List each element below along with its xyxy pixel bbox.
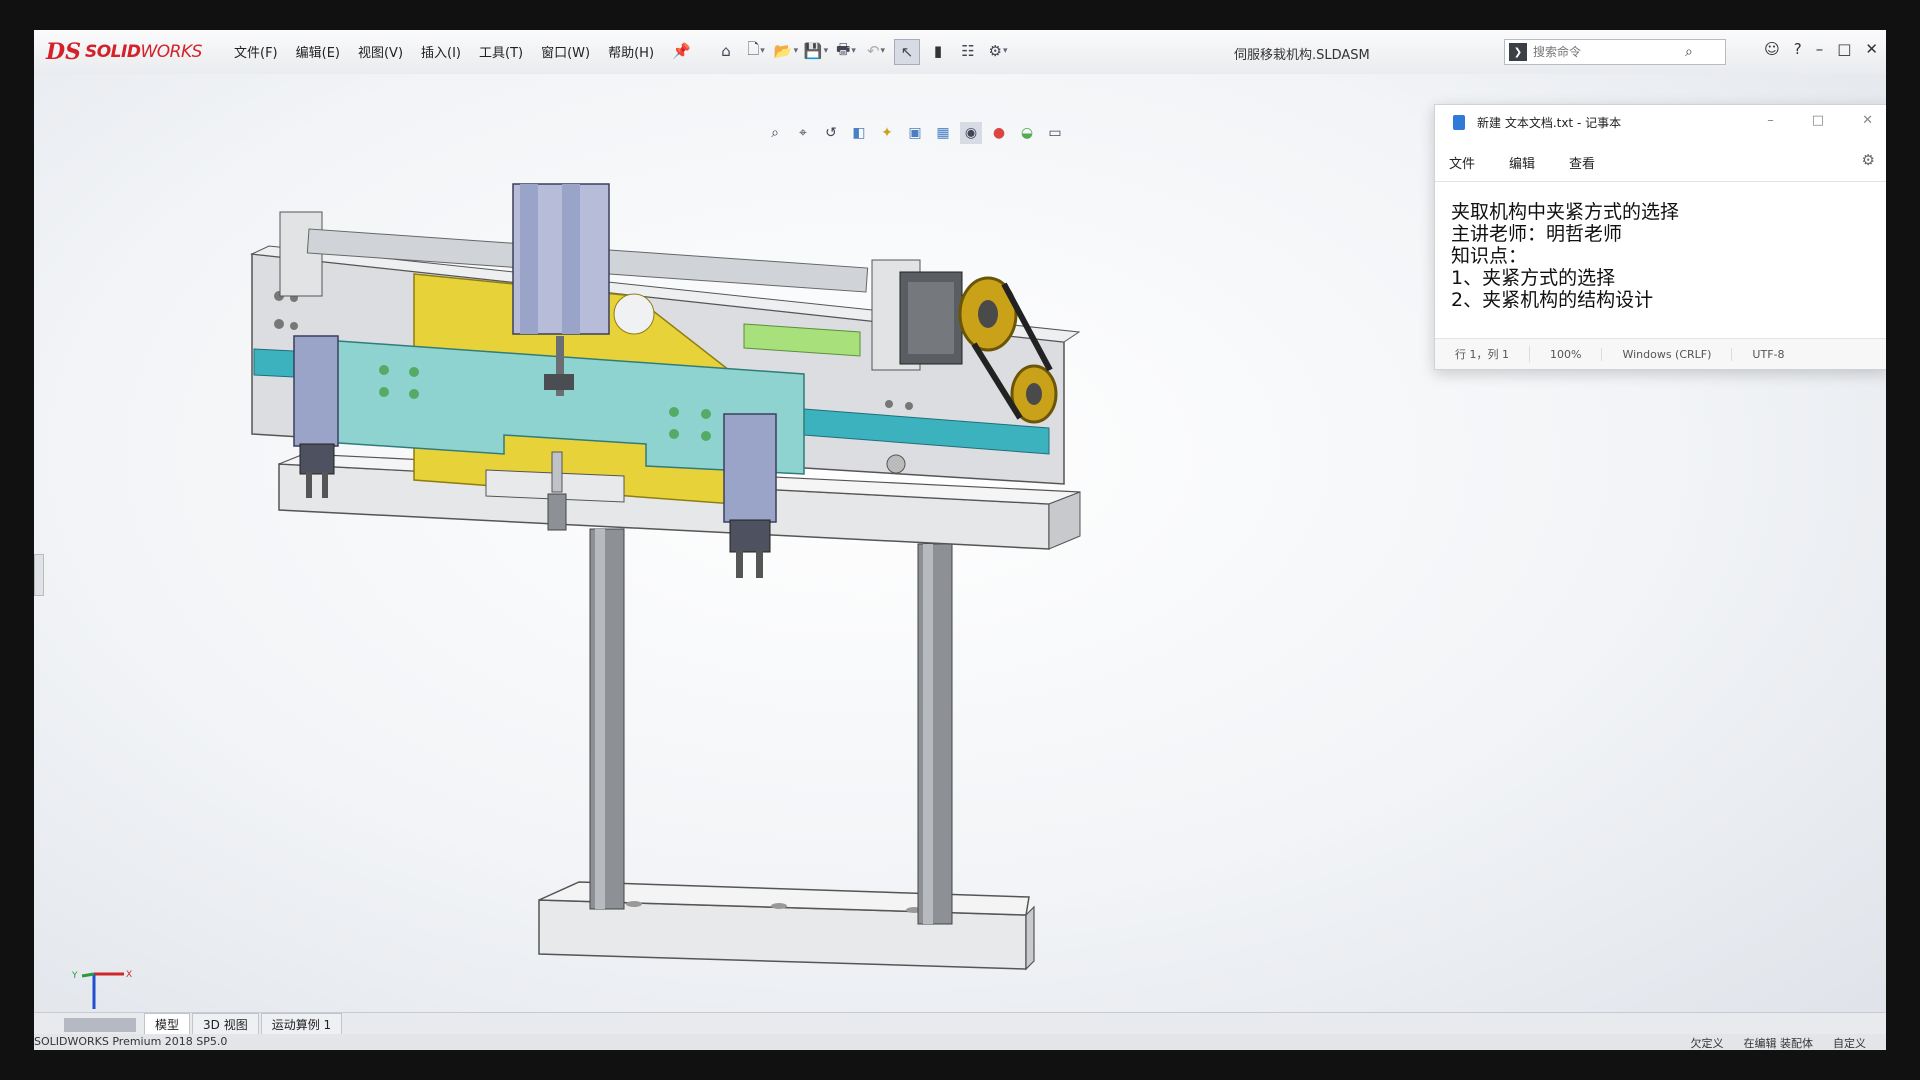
title-bar: DS SOLIDWORKS 文件(F) 编辑(E) 视图(V) 插入(I) 工具… bbox=[34, 30, 1886, 75]
notepad-menu-file[interactable]: 文件 bbox=[1449, 153, 1475, 172]
left-gripper bbox=[293, 335, 339, 498]
search-icon[interactable]: ⌕ bbox=[1685, 44, 1693, 60]
notepad-text-area[interactable]: 夹取机构中夹紧方式的选择 主讲老师：明哲老师 知识点： 1、夹紧方式的选择 2、… bbox=[1451, 201, 1679, 311]
notepad-menu-bar: 文件 编辑 查看 bbox=[1449, 153, 1595, 172]
document-title: 伺服移栽机构.SLDASM bbox=[1234, 48, 1370, 63]
close-icon[interactable]: ✕ bbox=[1865, 40, 1878, 58]
traffic-light-icon[interactable]: ▮ bbox=[926, 39, 950, 63]
units-status[interactable]: 自定义 bbox=[1833, 1035, 1866, 1050]
notepad-status-bar: 行 1，列 1 100% Windows (CRLF) UTF-8 bbox=[1435, 338, 1886, 369]
edit-mode-status: 在编辑 装配体 bbox=[1743, 1037, 1814, 1050]
tab-scroll-controls[interactable] bbox=[64, 1018, 136, 1032]
user-icon[interactable]: ☺ bbox=[1764, 40, 1780, 58]
notepad-window[interactable]: 新建 文本文档.txt - 记事本 – □ ✕ 文件 编辑 查看 ⚙ 夹取机构中… bbox=[1434, 104, 1886, 370]
cursor-position: 行 1，列 1 bbox=[1435, 346, 1530, 362]
search-input[interactable] bbox=[1531, 44, 1685, 60]
menu-view[interactable]: 视图(V) bbox=[358, 42, 403, 61]
definition-status: 欠定义 bbox=[1690, 1037, 1724, 1050]
triad-x-label: X bbox=[126, 970, 132, 980]
notepad-line: 2、夹紧机构的结构设计 bbox=[1451, 289, 1654, 311]
notepad-line: 知识点： bbox=[1451, 245, 1528, 267]
encoding: UTF-8 bbox=[1752, 347, 1785, 361]
maximize-icon[interactable]: □ bbox=[1837, 40, 1851, 58]
notepad-icon bbox=[1453, 114, 1465, 130]
notepad-menu-edit[interactable]: 编辑 bbox=[1509, 153, 1535, 172]
print-icon[interactable]: 🖶 ▾ bbox=[834, 39, 858, 63]
ds-logo-mark: DS bbox=[46, 39, 81, 65]
zoom-level: 100% bbox=[1530, 347, 1603, 361]
solidworks-logo[interactable]: DS SOLIDWORKS bbox=[46, 38, 202, 66]
pin-menu-icon[interactable]: 📌 bbox=[672, 42, 691, 60]
standard-toolbar: ⌂ 🗋 ▾ 📂 ▾ 💾 ▾ 🖶 ▾ ↶ ▾ ↖ ▮ ☷ ⚙ ▾ bbox=[714, 39, 1010, 65]
version-label: SOLIDWORKS Premium 2018 SP5.0 bbox=[34, 1035, 228, 1048]
right-gripper bbox=[723, 413, 777, 578]
menu-window[interactable]: 窗口(W) bbox=[541, 42, 590, 61]
save-icon[interactable]: 💾 ▾ bbox=[804, 39, 828, 63]
notepad-divider bbox=[1435, 181, 1886, 182]
menu-help[interactable]: 帮助(H) bbox=[608, 42, 654, 61]
menu-bar: 文件(F) 编辑(E) 视图(V) 插入(I) 工具(T) 窗口(W) 帮助(H… bbox=[234, 42, 654, 61]
menu-edit[interactable]: 编辑(E) bbox=[296, 42, 340, 61]
notepad-title: 新建 文本文档.txt - 记事本 bbox=[1477, 115, 1622, 130]
notepad-line: 1、夹紧方式的选择 bbox=[1451, 267, 1616, 289]
notepad-minimize-icon[interactable]: – bbox=[1767, 113, 1774, 128]
command-search-icon: ❯ bbox=[1509, 43, 1527, 61]
logo-word-thin: WORKS bbox=[140, 42, 202, 62]
home-icon[interactable]: ⌂ bbox=[714, 39, 738, 63]
tab-3d-views[interactable]: 3D 视图 bbox=[192, 1013, 259, 1035]
file-properties-icon[interactable]: ☷ bbox=[956, 39, 980, 63]
menu-file[interactable]: 文件(F) bbox=[234, 42, 278, 61]
notepad-menu-view[interactable]: 查看 bbox=[1569, 153, 1595, 172]
window-controls: ☺ ? – □ ✕ bbox=[1764, 40, 1878, 58]
notepad-maximize-icon[interactable]: □ bbox=[1812, 113, 1824, 128]
menu-tools[interactable]: 工具(T) bbox=[479, 42, 523, 61]
solidworks-window: DS SOLIDWORKS 文件(F) 编辑(E) 视图(V) 插入(I) 工具… bbox=[34, 30, 1886, 1050]
notepad-window-controls: – □ ✕ bbox=[1767, 113, 1873, 128]
menu-insert[interactable]: 插入(I) bbox=[421, 42, 461, 61]
undo-icon[interactable]: ↶ ▾ bbox=[864, 39, 888, 63]
help-icon[interactable]: ? bbox=[1794, 40, 1802, 58]
notepad-close-icon[interactable]: ✕ bbox=[1862, 113, 1873, 128]
open-icon[interactable]: 📂 ▾ bbox=[774, 39, 798, 63]
tab-motion-study[interactable]: 运动算例 1 bbox=[260, 1013, 343, 1035]
status-bar: SOLIDWORKS Premium 2018 SP5.0 欠定义 在编辑 装配… bbox=[34, 1034, 1886, 1050]
select-icon[interactable]: ↖ bbox=[894, 39, 920, 65]
document-tabs: 模型 3D 视图 运动算例 1 bbox=[34, 1012, 1886, 1035]
notepad-settings-icon[interactable]: ⚙ bbox=[1862, 151, 1875, 169]
new-document-icon[interactable]: 🗋 ▾ bbox=[744, 39, 768, 63]
notepad-line: 主讲老师：明哲老师 bbox=[1451, 223, 1623, 245]
triad-y-label: Y bbox=[71, 971, 78, 981]
triad-y-axis bbox=[81, 972, 95, 978]
support-columns bbox=[589, 528, 953, 925]
tab-model[interactable]: 模型 bbox=[144, 1013, 191, 1035]
options-gear-icon[interactable]: ⚙ ▾ bbox=[986, 39, 1010, 63]
line-ending: Windows (CRLF) bbox=[1602, 347, 1733, 361]
notepad-line: 夹取机构中夹紧方式的选择 bbox=[1451, 201, 1680, 223]
minimize-icon[interactable]: – bbox=[1816, 40, 1824, 58]
search-box[interactable]: ❯ ⌕ bbox=[1504, 39, 1726, 65]
logo-word-bold: SOLID bbox=[84, 42, 141, 62]
